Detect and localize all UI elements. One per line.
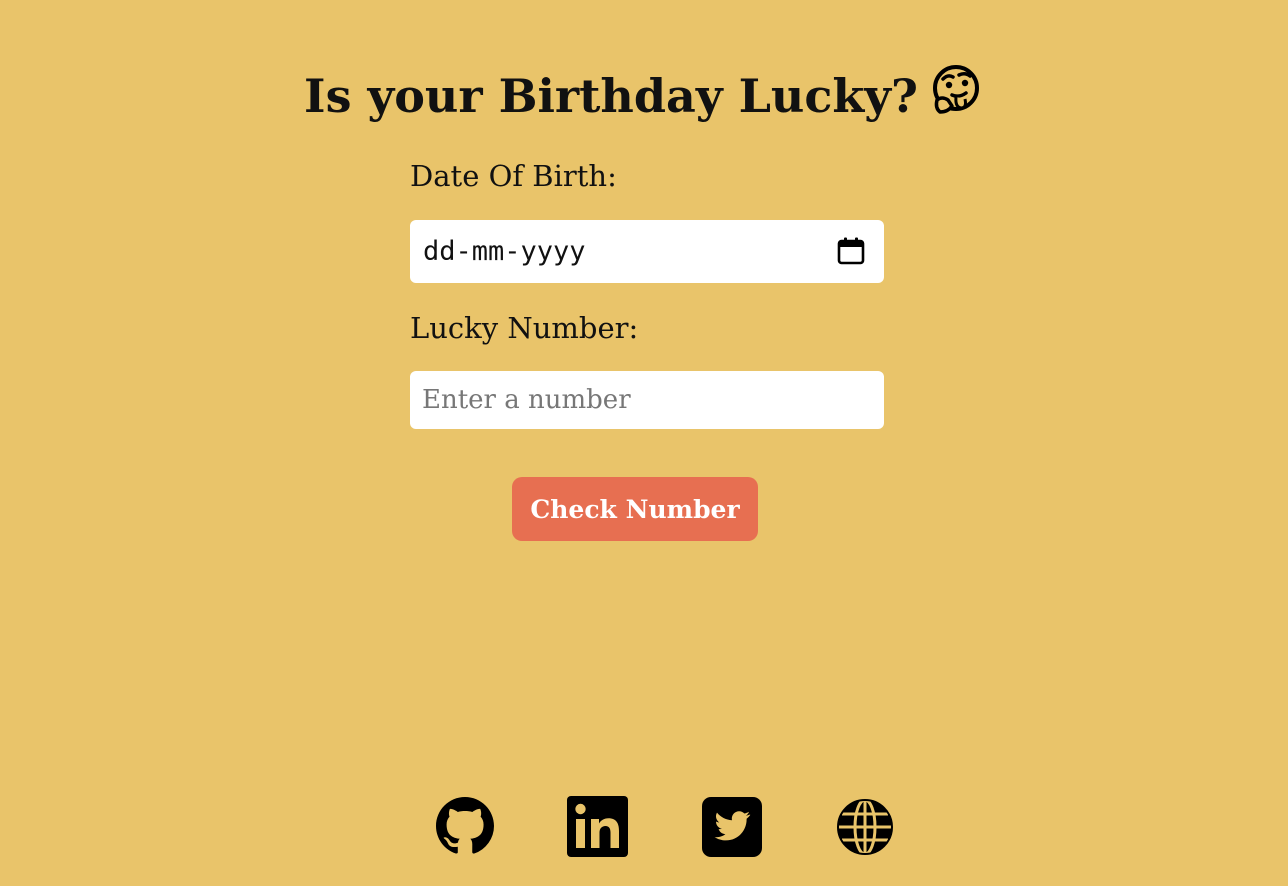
check-number-button[interactable]: Check Number [512,477,758,541]
twitter-link[interactable] [702,797,762,857]
thinking-face-icon [928,62,984,136]
linkedin-link[interactable] [567,796,628,857]
linkedin-icon [567,796,628,857]
website-link[interactable] [836,798,894,856]
calendar-icon[interactable] [836,236,866,266]
github-link[interactable] [436,797,494,855]
github-icon [436,797,494,855]
page-title-text: Is your Birthday Lucky? [304,69,918,123]
lucky-number-label: Lucky Number: [410,311,639,345]
globe-icon [836,798,894,856]
footer-links [0,790,1288,860]
twitter-icon [702,797,762,857]
page-title: Is your Birthday Lucky? [0,62,1288,136]
dob-label: Date Of Birth: [410,159,617,193]
dob-date-value: dd-mm-yyyy [423,236,586,267]
dob-date-input[interactable]: dd-mm-yyyy [410,220,884,283]
lucky-number-input[interactable] [410,371,884,429]
